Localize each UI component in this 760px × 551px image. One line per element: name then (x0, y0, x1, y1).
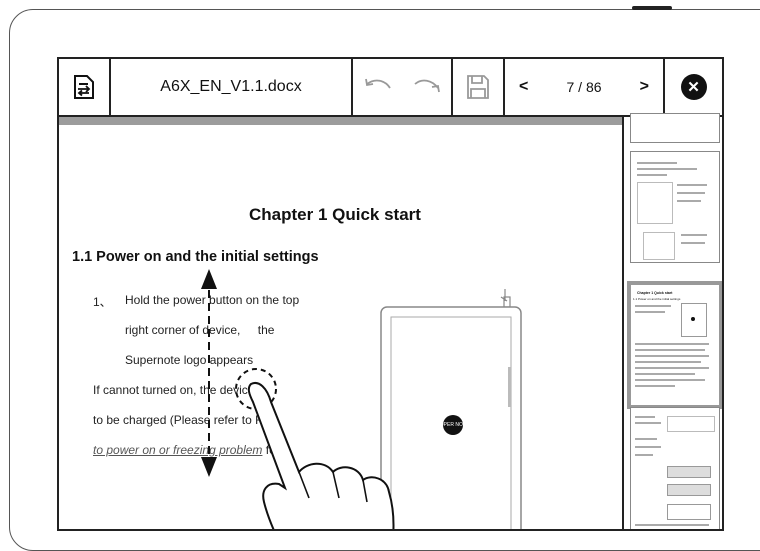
hand-pointer-icon (235, 368, 395, 529)
undo-icon (365, 78, 391, 89)
close-icon: ✕ (680, 74, 707, 100)
document-sync-button[interactable] (59, 59, 111, 115)
page-thumbnail-strip: Chapter 1 Quick start 1.1 Power on and t… (622, 113, 722, 529)
page-thumbnail-current[interactable]: Chapter 1 Quick start 1.1 Power on and t… (627, 281, 722, 409)
page-thumbnail[interactable] (630, 151, 720, 263)
toolbar: A6X_EN_V1.1.docx < 7 / 86 > ✕ (59, 59, 722, 117)
previous-page-button[interactable]: < (519, 78, 528, 96)
redo-icon (414, 79, 440, 93)
save-button[interactable] (453, 59, 505, 115)
document-page[interactable]: Chapter 1 Quick start 1.1 Power on and t… (59, 117, 622, 529)
save-icon (467, 75, 489, 99)
chapter-title: Chapter 1 Quick start (249, 205, 421, 224)
power-button (632, 6, 672, 10)
redo-button[interactable] (403, 59, 453, 115)
step-number: 1、 (93, 295, 112, 309)
page-thumbnail[interactable] (630, 407, 720, 529)
page-navigator: < 7 / 86 > (505, 59, 665, 115)
document-viewer: A6X_EN_V1.1.docx < 7 / 86 > ✕ Chapter 1 … (57, 57, 724, 531)
page-thumbnail[interactable] (630, 113, 720, 143)
document-title: A6X_EN_V1.1.docx (111, 59, 353, 115)
page-top-edge (59, 117, 622, 125)
page-indicator: 7 / 86 (566, 79, 602, 95)
close-button[interactable]: ✕ (665, 59, 722, 115)
undo-button[interactable] (353, 59, 403, 115)
device-logo: SUPER NOTE (437, 422, 470, 428)
document-sync-icon (74, 75, 94, 99)
next-page-button[interactable]: > (640, 78, 649, 96)
